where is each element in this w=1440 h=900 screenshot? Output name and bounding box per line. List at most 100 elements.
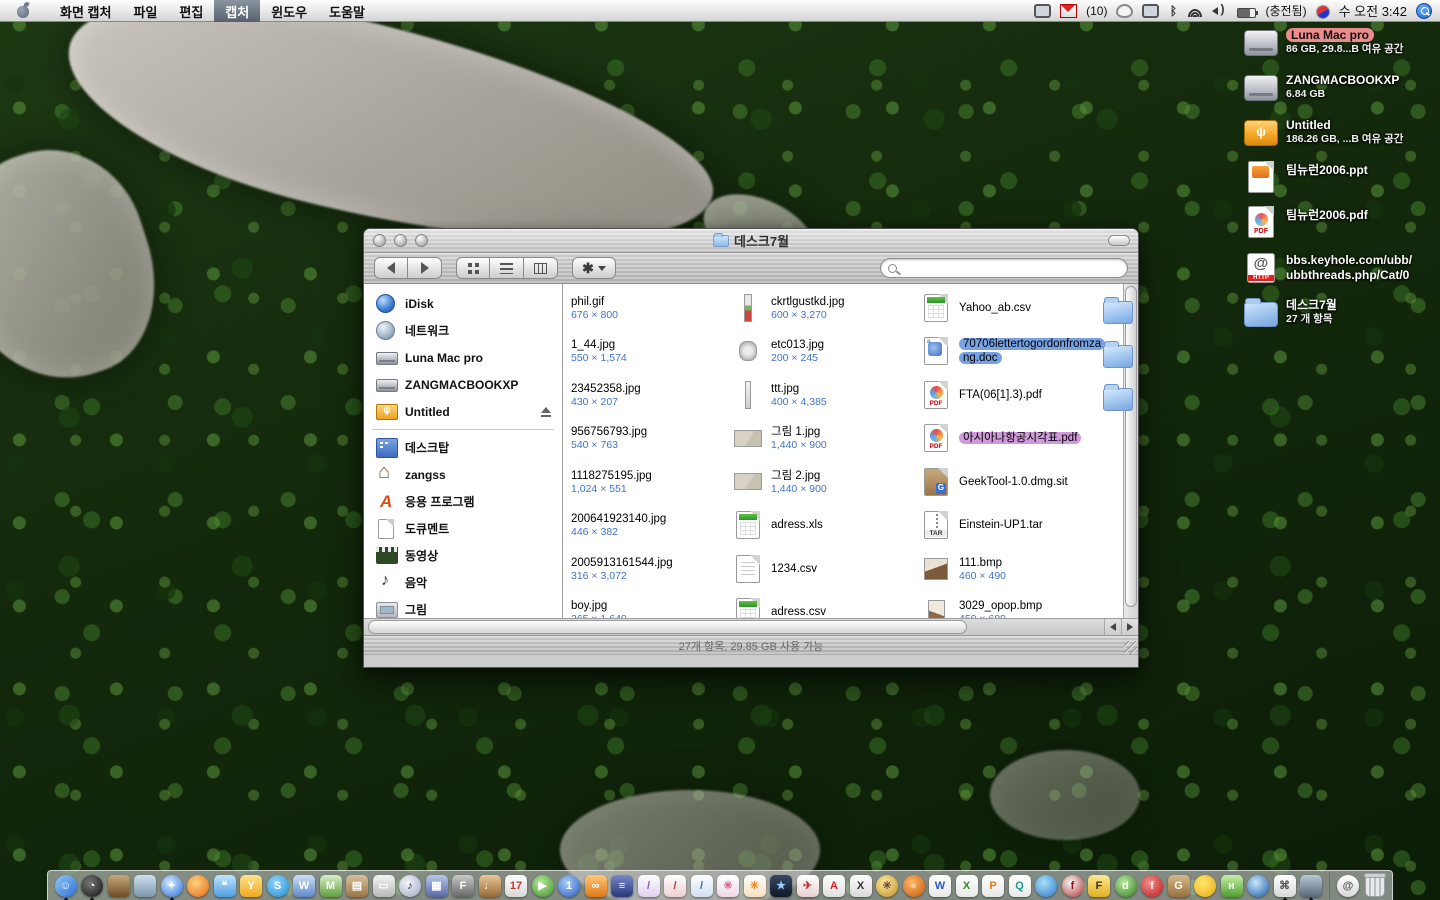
dock-item-freehand[interactable]: F	[1088, 874, 1111, 897]
desktop-icon-Luna Mac pro[interactable]: Luna Mac pro86 GB, 29.8...B 여유 공간	[1244, 26, 1434, 58]
file-item[interactable]: Yahoo_ab.csv	[921, 286, 1103, 330]
dock-item-final-cut[interactable]: F	[452, 874, 475, 897]
dock-item-striped-box-app[interactable]: ≡	[611, 874, 634, 897]
sidebar-item-그림[interactable]: 그림	[364, 596, 562, 618]
eject-icon[interactable]	[540, 407, 552, 417]
file-item[interactable]: ttt.jpg400 × 4,385	[733, 373, 915, 417]
desktop-icon-ZANGMACBOOKXP[interactable]: ZANGMACBOOKXP6.84 GB	[1244, 71, 1434, 103]
dock-item-acrobat[interactable]: A	[823, 874, 846, 897]
bluetooth-icon[interactable]: ᛒ	[1168, 4, 1178, 18]
dock-item-ms-powerpoint[interactable]: P	[982, 874, 1005, 897]
sidebar-item-음악[interactable]: 음악	[364, 569, 562, 596]
file-item[interactable]: 200641923140.jpg446 × 382	[571, 504, 731, 548]
dock-item-google-earth[interactable]	[1247, 874, 1270, 897]
dock-item-flower-app[interactable]: ✳	[743, 874, 766, 897]
folder-item-partial[interactable]	[1103, 286, 1138, 330]
dock-item-imovie[interactable]: ▦	[425, 874, 448, 897]
sidebar-item-도큐멘트[interactable]: 도큐멘트	[364, 515, 562, 542]
file-item[interactable]: Einstein-UP1.tar	[921, 504, 1103, 548]
dock-item-ical[interactable]: 17	[505, 874, 528, 897]
menu-도움말[interactable]: 도움말	[318, 0, 376, 22]
dock-item-wmv-player[interactable]: ▶	[531, 874, 554, 897]
displays-menu-icon[interactable]	[1034, 4, 1051, 18]
icon-view-button[interactable]	[456, 257, 490, 279]
list-view-button[interactable]	[490, 257, 524, 279]
desktop-icon-bbs.keyhole.com/ubb/ ubbthreads.php/Cat/0[interactable]: bbs.keyhole.com/ubb/ ubbthreads.php/Cat/…	[1244, 251, 1434, 283]
desktop-icon-데스크7월[interactable]: 데스크7월27 개 항목	[1244, 296, 1434, 328]
dock-item-skype[interactable]: S	[266, 874, 289, 897]
menu-app[interactable]: 화면 캡처	[49, 0, 122, 22]
file-item[interactable]: etc013.jpg200 × 245	[733, 330, 915, 374]
desktop-icon-팀뉴런2006.ppt[interactable]: 팀뉴런2006.ppt	[1244, 161, 1434, 193]
sidebar-item-응용 프로그램[interactable]: 응용 프로그램	[364, 488, 562, 515]
dock-item-dashboard[interactable]: ◔	[81, 874, 104, 897]
dock-item-address-book[interactable]: ▤	[346, 874, 369, 897]
sidebar-item-iDisk[interactable]: iDisk	[364, 290, 562, 317]
file-item[interactable]: 1118275195.jpg1,024 × 551	[571, 460, 731, 504]
file-item[interactable]: 2005913161544.jpg316 × 3,072	[571, 547, 731, 591]
horizontal-scrollbar-track[interactable]	[364, 619, 1104, 635]
file-item[interactable]: FTA(06[1].3).pdf	[921, 373, 1103, 417]
action-menu-button[interactable]: ✱	[572, 257, 616, 279]
display-prefs-icon[interactable]	[1142, 4, 1159, 18]
battery-icon[interactable]	[1237, 8, 1256, 18]
dock-item-ichat[interactable]: ❝	[213, 874, 236, 897]
menu-파일[interactable]: 파일	[122, 0, 168, 22]
folder-item-partial[interactable]	[1103, 373, 1138, 417]
dock-item-yahoo-messenger[interactable]: Y	[240, 874, 263, 897]
dock-item-stuffit-expander[interactable]: G	[1167, 874, 1190, 897]
file-item[interactable]: 956756793.jpg540 × 763	[571, 417, 731, 461]
file-item[interactable]: adress.xls	[733, 504, 915, 548]
horizontal-scrollbar-thumb[interactable]	[368, 620, 967, 634]
file-item[interactable]: GeekTool-1.0.dmg.sit	[921, 460, 1103, 504]
dock-item-dreamweaver[interactable]: d	[1114, 874, 1137, 897]
file-item[interactable]: 1234.csv	[733, 547, 915, 591]
mail-icon[interactable]	[1060, 4, 1077, 18]
sidebar-item-ZANGMACBOOKXP[interactable]: ZANGMACBOOKXP	[364, 371, 562, 398]
wifi-icon[interactable]	[1187, 5, 1203, 17]
menu-편집[interactable]: 편집	[168, 0, 214, 22]
dock-item-photo-portrait-app[interactable]	[1300, 874, 1323, 897]
file-item[interactable]: a70706lettertogordonfromzang.doc	[921, 330, 1103, 374]
dock-item-pencil-x-app[interactable]: X	[849, 874, 872, 897]
dock-item-entourage[interactable]: Q	[1008, 874, 1031, 897]
sidebar-item-데스크탑[interactable]: 데스크탑	[364, 434, 562, 461]
menu-캡처[interactable]: 캡처	[214, 0, 260, 22]
column-view-button[interactable]	[524, 257, 558, 279]
forward-button[interactable]	[408, 257, 442, 279]
dock-item-firefox[interactable]	[187, 874, 210, 897]
dock-item-amber-gem-app[interactable]: ●	[902, 874, 925, 897]
dock-item-blue-feather-app[interactable]: /	[690, 874, 713, 897]
dock-item-gold-wheel-app[interactable]: ✳	[876, 874, 899, 897]
file-item[interactable]: 그림 2.jpg1,440 × 900	[733, 460, 915, 504]
back-button[interactable]	[374, 257, 408, 279]
menu-bar-clock[interactable]: 수 오전 3:42	[1339, 1, 1407, 20]
file-item[interactable]: 23452358.jpg430 × 207	[571, 373, 731, 417]
dock-item-word-viewer[interactable]: W	[293, 874, 316, 897]
folder-item-partial[interactable]	[1103, 330, 1138, 374]
dock-item-flash-player[interactable]: f	[1141, 874, 1164, 897]
dock-item-web-location[interactable]: @	[1337, 874, 1360, 897]
spotlight-icon[interactable]	[1416, 3, 1432, 19]
window-titlebar[interactable]: 데스크7월	[364, 229, 1138, 253]
file-item[interactable]: 111.bmp460 × 490	[921, 547, 1103, 591]
sidebar-item-Untitled[interactable]: Untitled	[364, 398, 562, 425]
file-item[interactable]: phil.gif676 × 800	[571, 286, 731, 330]
dock-item-green-flask-app[interactable]: ʜ	[1220, 874, 1243, 897]
file-item[interactable]: ckrtlgustkd.jpg600 × 3,270	[733, 286, 915, 330]
scroll-right-button[interactable]	[1121, 619, 1138, 635]
dock-item-butterfly-app[interactable]: ✳	[717, 874, 740, 897]
file-item[interactable]: adress.csv	[733, 591, 915, 619]
dock-item-red-feather-app[interactable]: /	[664, 874, 687, 897]
dock-item-machard[interactable]: M	[319, 874, 342, 897]
apple-menu-icon[interactable]	[16, 3, 31, 18]
sidebar-item-Luna Mac pro[interactable]: Luna Mac pro	[364, 344, 562, 371]
dock-item-safari[interactable]: ✦	[160, 874, 183, 897]
folder-proxy-icon[interactable]	[713, 235, 729, 247]
file-item[interactable]: boy.jpg365 × 1,640	[571, 591, 731, 619]
desktop-icon-팀뉴런2006.pdf[interactable]: 팀뉴런2006.pdf	[1244, 206, 1434, 238]
desktop-icon-Untitled[interactable]: Untitled186.26 GB, ...B 여유 공간	[1244, 116, 1434, 148]
resize-grip[interactable]	[1124, 641, 1137, 654]
dock-item-purple-feather-app[interactable]: /	[637, 874, 660, 897]
menu-윈도우[interactable]: 윈도우	[260, 0, 318, 22]
